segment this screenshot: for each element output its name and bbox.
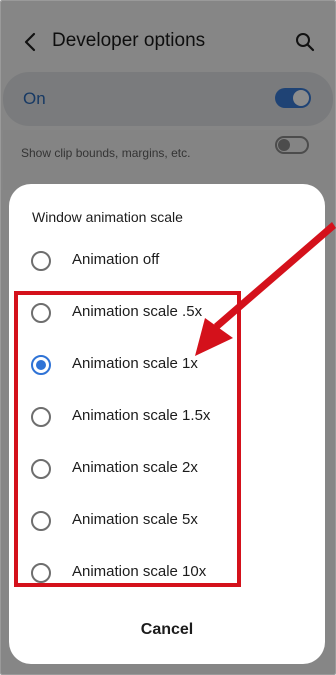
option-animation-off[interactable]: Animation off [9, 239, 325, 283]
option-label: Animation off [72, 251, 160, 268]
radio-button[interactable] [31, 251, 51, 271]
dialog-title: Window animation scale [32, 209, 183, 225]
highlight-box-annotation [14, 291, 241, 587]
cancel-button[interactable]: Cancel [117, 612, 217, 648]
